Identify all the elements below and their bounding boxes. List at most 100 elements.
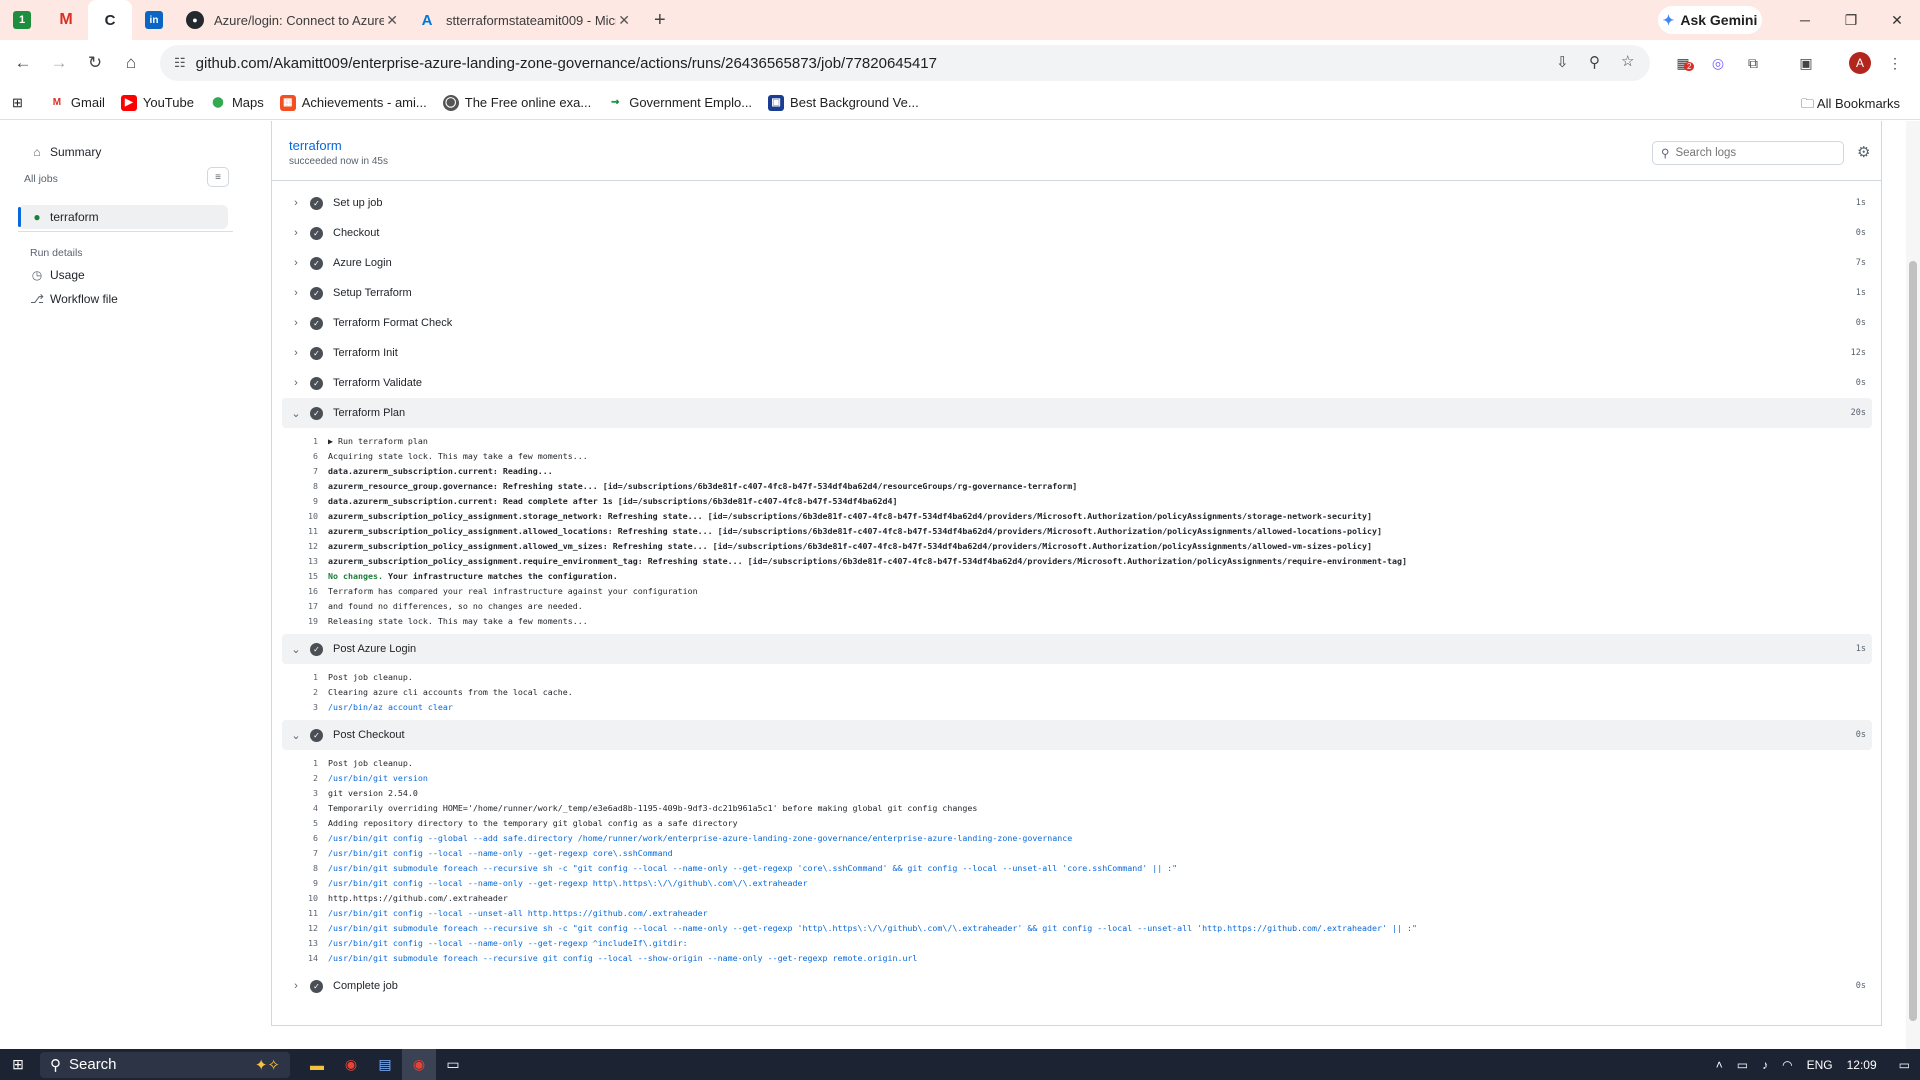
line-number: 7: [313, 847, 318, 858]
restore-button[interactable]: ❐: [1828, 0, 1874, 40]
minimize-button[interactable]: ─: [1782, 0, 1828, 40]
taskbar-search[interactable]: ⚲ Search ✦✧: [40, 1051, 290, 1078]
step-row[interactable]: ⌄ ✓ Post Azure Login 1s: [282, 634, 1872, 664]
step-row[interactable]: › ✓ Terraform Init 12s: [282, 338, 1872, 368]
search-logs[interactable]: ⚲: [1652, 141, 1844, 165]
chevron-right-icon[interactable]: ›: [282, 377, 310, 389]
line-number: 12: [308, 922, 318, 933]
log-line: 10 azurerm_subscription_policy_assignment…: [282, 508, 1872, 523]
bookmark-maps[interactable]: ⬤ Maps: [210, 95, 263, 111]
bookmark-youtube[interactable]: ▶ YouTube: [120, 94, 194, 111]
chevron-down-icon[interactable]: ⌄: [282, 643, 310, 656]
step-row[interactable]: › ✓ Checkout 0s: [282, 218, 1872, 248]
step-row[interactable]: › ✓ Setup Terraform 1s: [282, 278, 1872, 308]
zoom-icon[interactable]: ⚲: [1589, 53, 1600, 71]
check-circle-icon: ✓: [310, 226, 323, 240]
bookmark-government[interactable]: ⇝ Government Emplo...: [607, 95, 752, 111]
line-text: Adding repository directory to the tempo…: [328, 817, 738, 828]
home-button[interactable]: ⌂: [118, 50, 144, 76]
battery-icon[interactable]: ▭: [1737, 1058, 1748, 1072]
file-explorer-icon[interactable]: ▬: [300, 1049, 334, 1080]
step-row[interactable]: › ✓ Terraform Validate 0s: [282, 368, 1872, 398]
chevron-right-icon[interactable]: ›: [282, 287, 310, 299]
side-panel-icon[interactable]: ▣: [1795, 52, 1817, 74]
windows-start-icon[interactable]: ⊞: [0, 1049, 36, 1080]
language-indicator[interactable]: ENG: [1807, 1058, 1833, 1072]
step-row[interactable]: › ✓ Terraform Format Check 0s: [282, 308, 1872, 338]
tab-storage-account[interactable]: A stterraformstateamit009 - Micr ✕: [408, 0, 640, 40]
chevron-up-icon[interactable]: ˄: [1716, 1058, 1723, 1072]
new-tab-button[interactable]: +: [654, 9, 666, 32]
step-duration: 12s: [1850, 348, 1866, 358]
sidebar-workflow-file[interactable]: ⎇ Workflow file: [30, 292, 118, 306]
close-tab-icon[interactable]: ✕: [618, 12, 630, 29]
step-duration: 1s: [1855, 288, 1866, 298]
tab-pinned-active[interactable]: C: [88, 0, 132, 40]
step-row[interactable]: › ✓ Set up job 1s: [282, 188, 1872, 218]
back-button[interactable]: ←: [10, 50, 36, 76]
step-row[interactable]: ⌄ ✓ Terraform Plan 20s: [282, 398, 1872, 428]
line-number: 9: [313, 495, 318, 506]
log-line: 12/usr/bin/git submodule foreach --recur…: [282, 920, 1872, 935]
chevron-right-icon[interactable]: ›: [282, 257, 310, 269]
close-window-button[interactable]: ✕: [1874, 0, 1920, 40]
sidebar-usage[interactable]: ◷ Usage: [30, 268, 85, 282]
sidebar-summary[interactable]: ⌂ Summary: [30, 145, 101, 159]
step-row[interactable]: › ✓ Azure Login 7s: [282, 248, 1872, 278]
bookmark-background[interactable]: ▣ Best Background Ve...: [768, 94, 919, 111]
scrollbar[interactable]: [1906, 121, 1920, 1049]
tab-pinned-linkedin[interactable]: in: [132, 0, 176, 40]
clock[interactable]: 12:09: [1847, 1058, 1877, 1072]
all-bookmarks-button[interactable]: 🗀 All Bookmarks: [1801, 95, 1900, 117]
site-info-icon[interactable]: ☷: [174, 55, 186, 71]
notepad-icon[interactable]: ▤: [368, 1049, 402, 1080]
chevron-right-icon[interactable]: ›: [282, 347, 310, 359]
step-row[interactable]: ⌄ ✓ Post Checkout 0s: [282, 720, 1872, 750]
search-logs-input[interactable]: [1675, 147, 1826, 159]
bookmark-exam[interactable]: ◯ The Free online exa...: [442, 94, 591, 111]
bookmark-achievements[interactable]: ▦ Achievements - ami...: [279, 94, 427, 111]
tab-pinned-1[interactable]: 1: [0, 0, 44, 40]
wifi-icon[interactable]: ◠: [1782, 1058, 1792, 1072]
ask-gemini-button[interactable]: ✦ Ask Gemini: [1658, 6, 1762, 34]
check-circle-icon: ✓: [310, 256, 323, 270]
bookmark-gmail[interactable]: M Gmail: [49, 95, 105, 111]
job-title[interactable]: terraform: [289, 138, 342, 153]
reload-button[interactable]: ↻: [82, 50, 108, 76]
sidebar-job-terraform[interactable]: ● terraform: [30, 210, 98, 224]
scrollbar-thumb[interactable]: [1909, 261, 1917, 1021]
sidebar-usage-label: Usage: [50, 268, 85, 282]
extensions-puzzle-icon[interactable]: ⧉: [1742, 52, 1764, 74]
filter-icon[interactable]: ≡: [207, 167, 229, 187]
notification-icon[interactable]: ▭: [1899, 1058, 1910, 1072]
bookmark-star-icon[interactable]: ☆: [1621, 52, 1634, 70]
job-header: terraform succeeded now in 45s ⚲ ⚙: [272, 121, 1881, 181]
terminal-icon[interactable]: ▭: [436, 1049, 470, 1080]
address-bar[interactable]: ☷ github.com/Akamitt009/enterprise-azure…: [160, 45, 1650, 81]
chrome-icon[interactable]: ◉: [334, 1049, 368, 1080]
tab-pinned-gmail[interactable]: M: [44, 0, 88, 40]
apps-icon[interactable]: ⊞: [12, 95, 23, 111]
chevron-down-icon[interactable]: ⌄: [282, 407, 310, 420]
close-tab-icon[interactable]: ✕: [386, 12, 398, 29]
extension-icon[interactable]: ▦ 2: [1672, 52, 1695, 74]
chevron-right-icon[interactable]: ›: [282, 980, 310, 992]
chrome-active-icon[interactable]: ◉: [402, 1049, 436, 1080]
speaker-icon[interactable]: ♪: [1762, 1058, 1768, 1072]
chevron-right-icon[interactable]: ›: [282, 227, 310, 239]
line-text: Terraform has compared your real infrast…: [328, 585, 698, 596]
menu-icon[interactable]: ⋮: [1884, 52, 1906, 74]
step-row[interactable]: › ✓ Complete job 0s: [282, 971, 1872, 1001]
chevron-right-icon[interactable]: ›: [282, 317, 310, 329]
chevron-right-icon[interactable]: ›: [282, 197, 310, 209]
install-app-icon[interactable]: ⇩: [1556, 53, 1569, 71]
line-text: /usr/bin/git config --local --name-only …: [328, 877, 808, 888]
gear-icon[interactable]: ⚙: [1857, 143, 1870, 161]
chevron-down-icon[interactable]: ⌄: [282, 729, 310, 742]
step-name: Post Azure Login: [333, 643, 417, 655]
tab-azure-login[interactable]: ● Azure/login: Connect to Azure ✕: [176, 0, 408, 40]
extension-2-icon[interactable]: ◎: [1707, 52, 1729, 74]
maps-pin-icon: ⬤: [212, 97, 224, 108]
profile-avatar[interactable]: A: [1849, 52, 1871, 74]
forward-button[interactable]: →: [46, 50, 72, 76]
